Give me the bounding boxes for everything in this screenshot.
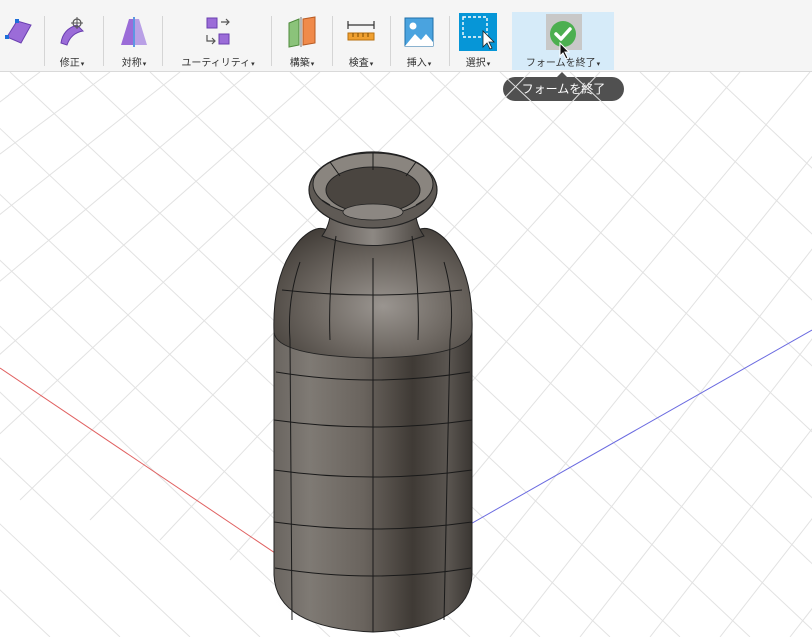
y-axis-line [459, 329, 812, 531]
dropdown-caret: ▾ [142, 60, 147, 68]
tool-symmetry[interactable]: 対称▾ [112, 12, 156, 70]
toolbar-separator [103, 16, 104, 66]
bottle-inner-floor [342, 203, 404, 221]
dropdown-caret: ▾ [310, 60, 315, 68]
dropdown-caret: ▾ [80, 60, 85, 68]
tool-symmetry-label: 対称 [121, 58, 142, 69]
tool-inspect-label: 検査 [348, 58, 369, 69]
utility-icon [206, 17, 230, 45]
tool-select-label: 選択 [465, 58, 486, 69]
insert-icon [404, 17, 434, 47]
toolbar-separator [44, 16, 45, 66]
3d-viewport[interactable] [0, 72, 812, 637]
toolbar-separator [332, 16, 333, 66]
dropdown-caret: ▾ [486, 60, 491, 68]
tool-utility[interactable]: ユーティリティ▾ [172, 12, 264, 70]
create-form-icon [5, 19, 32, 44]
dropdown-caret: ▾ [427, 60, 432, 68]
tool-select[interactable]: 選択▾ [456, 12, 500, 70]
toolbar: 修正▾ 対称▾ ユーティリティ▾ 構築▾ 検査▾ 挿入▾ 選択▾ フォームを終了… [0, 0, 812, 72]
tool-inspect[interactable]: 検査▾ [340, 12, 382, 70]
tool-construct[interactable]: 構築▾ [280, 12, 324, 70]
select-icon [459, 13, 497, 51]
tool-modify[interactable]: 修正▾ [52, 12, 92, 70]
tool-finish-form-label: フォームを終了 [525, 58, 596, 69]
toolbar-separator [271, 16, 272, 66]
toolbar-separator [390, 16, 391, 66]
dropdown-caret: ▾ [251, 60, 255, 68]
toolbar-separator [162, 16, 163, 66]
tool-create[interactable] [0, 12, 40, 70]
tool-utility-label: ユーティリティ [181, 58, 251, 69]
construct-icon [288, 16, 316, 48]
modify-icon [60, 17, 85, 46]
tool-construct-label: 構築 [289, 58, 310, 69]
dropdown-caret: ▾ [369, 60, 374, 68]
tool-modify-label: 修正 [59, 58, 80, 69]
tool-insert[interactable]: 挿入▾ [398, 12, 440, 70]
dropdown-caret: ▾ [596, 60, 601, 68]
tool-insert-label: 挿入 [406, 58, 427, 69]
toolbar-separator [449, 16, 450, 66]
tool-finish-form[interactable]: フォームを終了▾ [512, 12, 614, 70]
symmetry-icon [121, 17, 147, 47]
inspect-icon [347, 21, 375, 41]
